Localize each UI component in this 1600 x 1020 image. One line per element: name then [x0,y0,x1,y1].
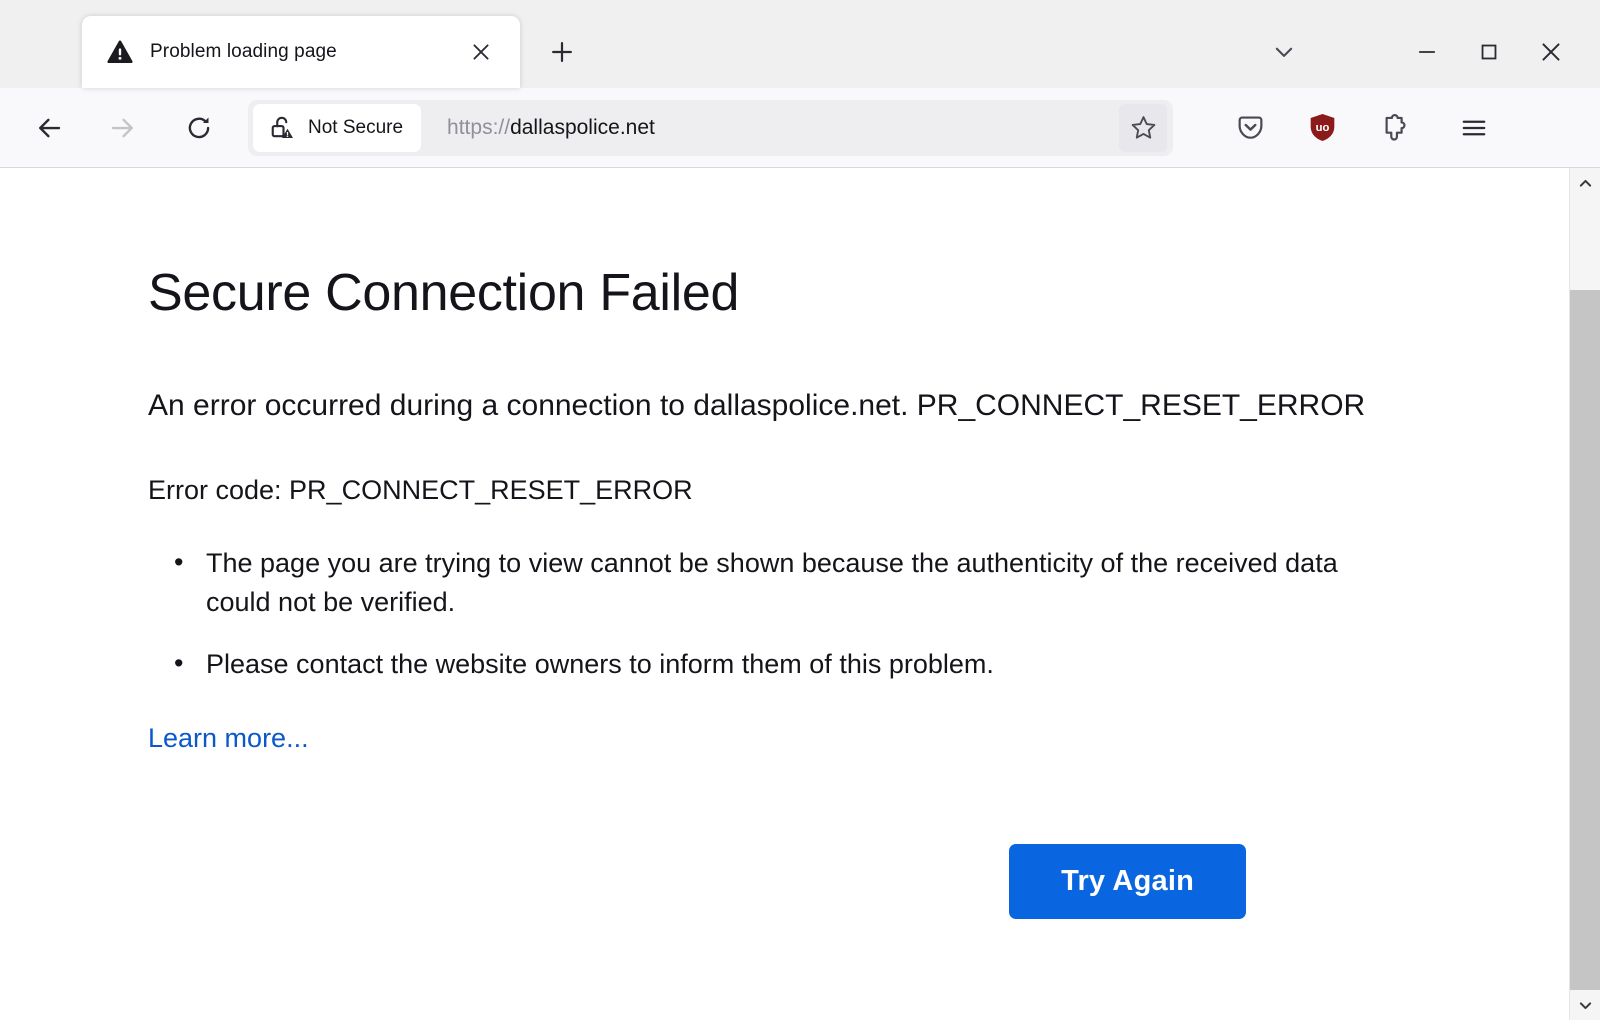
puzzle-piece-icon [1385,114,1405,141]
scrollbar-track[interactable] [1570,198,1600,990]
scroll-down-button[interactable] [1570,990,1600,1020]
forward-arrow-icon [111,118,133,137]
try-again-button[interactable]: Try Again [1009,843,1246,919]
vertical-scrollbar[interactable] [1569,168,1600,1020]
url-host: dallaspolice.net [510,115,655,139]
url-bar[interactable]: Not Secure https://dallaspolice.net [248,99,1173,156]
error-bullet-list: The page you are trying to view cannot b… [148,543,1398,685]
minimize-button[interactable] [1396,28,1458,76]
ublock-origin-button[interactable]: uo [1295,101,1349,155]
reload-icon [188,117,210,138]
pocket-icon [1238,116,1262,139]
ublock-origin-shield-icon: uo [1310,114,1334,141]
back-button[interactable] [22,101,76,155]
new-tab-button[interactable] [538,28,586,76]
site-security-label: Not Secure [308,116,404,138]
tab-strip: Problem loading page [0,0,1600,88]
maximize-button[interactable] [1458,28,1520,76]
list-item: Please contact the website owners to inf… [174,644,1398,685]
extensions-button[interactable] [1367,101,1421,155]
action-row: Try Again [148,843,1398,919]
navigation-toolbar: Not Secure https://dallaspolice.net uo [0,88,1600,168]
bookmark-button[interactable] [1119,103,1167,152]
star-icon [1131,116,1155,139]
minimize-icon [1418,51,1436,53]
unlocked-padlock-warning-icon [271,116,293,138]
chevron-down-icon [1275,47,1293,57]
url-text[interactable]: https://dallaspolice.net [447,116,655,140]
page-title: Secure Connection Failed [148,264,740,322]
chevron-up-icon [1579,179,1591,187]
close-icon [1542,43,1560,61]
hamburger-menu-icon [1462,120,1486,135]
list-all-tabs-button[interactable] [1256,28,1312,76]
pocket-button[interactable] [1223,101,1277,155]
site-security-badge[interactable]: Not Secure [253,103,422,152]
forward-button [96,101,150,155]
toolbar-actions: uo [1223,101,1525,155]
error-page: Secure Connection Failed An error occurr… [0,168,1569,1020]
error-content: Secure Connection Failed An error occurr… [148,264,1398,919]
error-code: Error code: PR_CONNECT_RESET_ERROR [148,474,693,505]
close-icon[interactable] [464,35,498,69]
url-scheme: https:// [447,115,511,139]
application-menu-button[interactable] [1447,101,1501,155]
content-area: Secure Connection Failed An error occurr… [0,168,1600,1020]
tab-title: Problem loading page [150,41,337,62]
reload-button[interactable] [172,101,226,155]
browser-window: Problem loading page Not Secure https://… [0,0,1600,1020]
learn-more-link[interactable]: Learn more... [148,723,309,754]
tab-problem-loading-page[interactable]: Problem loading page [82,16,520,88]
plus-icon [552,42,572,62]
back-arrow-icon [39,118,61,137]
list-item: The page you are trying to view cannot b… [174,543,1398,623]
warning-triangle-icon [106,38,134,66]
scrollbar-thumb[interactable] [1570,290,1600,990]
error-description: An error occurred during a connection to… [148,389,1366,423]
maximize-icon [1481,44,1497,60]
chevron-down-icon [1579,1001,1591,1009]
svg-text:uo: uo [1315,122,1329,134]
scroll-up-button[interactable] [1570,168,1600,198]
close-window-button[interactable] [1520,28,1582,76]
window-controls [1256,28,1600,76]
